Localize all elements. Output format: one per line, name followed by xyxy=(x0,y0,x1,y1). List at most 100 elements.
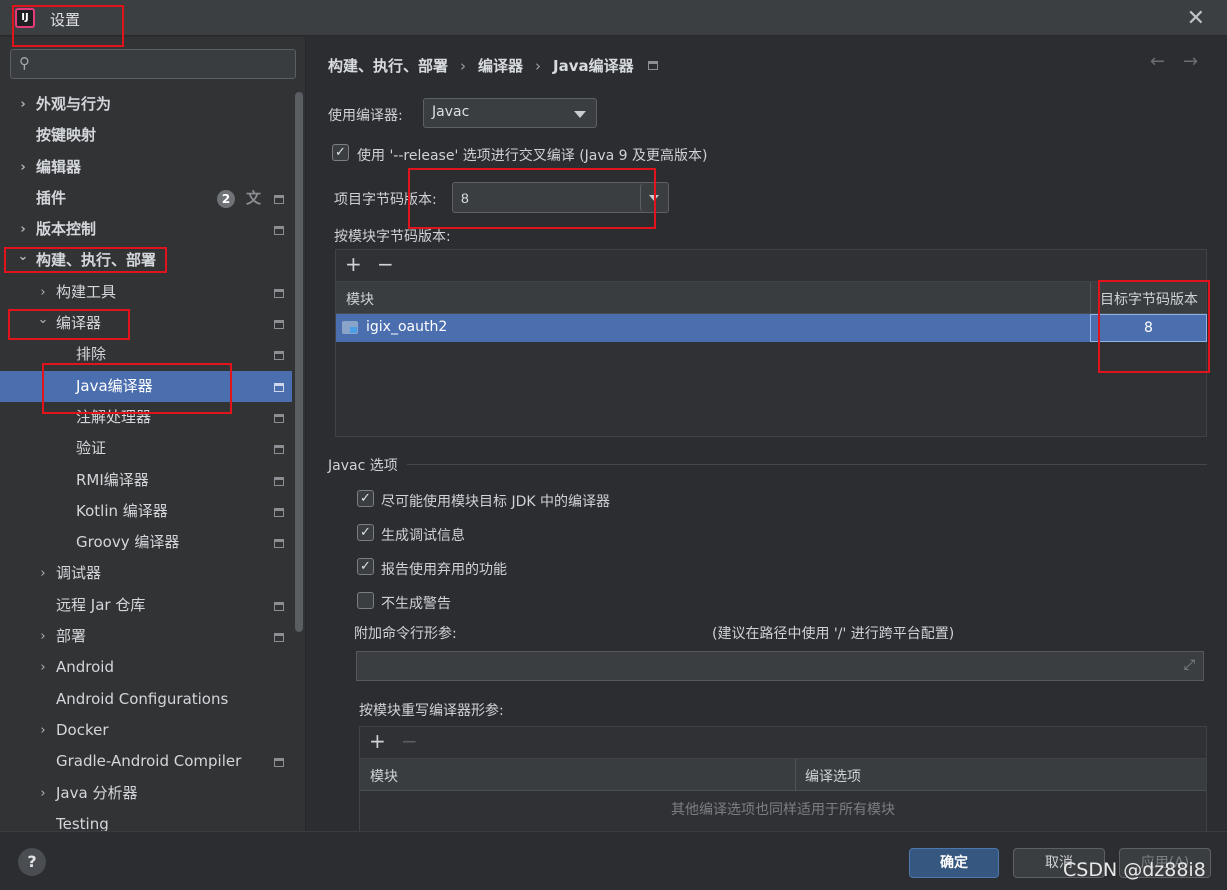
chevron-right-icon[interactable]: › xyxy=(16,152,30,183)
column-divider[interactable] xyxy=(1090,282,1091,314)
add-icon[interactable]: + xyxy=(345,252,362,276)
project-scope-icon xyxy=(274,507,284,517)
use-module-jdk-label: 尽可能使用模块目标 JDK 中的编译器 xyxy=(381,494,610,510)
project-scope-icon xyxy=(274,539,284,549)
expand-icon[interactable]: ⤢ xyxy=(1184,657,1195,673)
search-input[interactable] xyxy=(45,54,285,74)
bytecode-version-combo[interactable] xyxy=(452,182,669,213)
forward-arrow-icon[interactable]: → xyxy=(1183,51,1198,72)
sidebar-item[interactable]: › 部署 xyxy=(0,621,292,652)
sidebar-item[interactable]: Gradle-Android Compiler xyxy=(0,746,292,777)
chevron-right-icon[interactable]: › xyxy=(36,715,50,746)
chevron-right-icon[interactable]: › xyxy=(36,652,50,683)
sidebar-item[interactable]: › 版本控制 xyxy=(0,214,292,245)
sidebar-item[interactable]: Android Configurations xyxy=(0,684,292,715)
javac-section-title: Javac 选项 xyxy=(328,458,398,474)
back-arrow-icon[interactable]: ← xyxy=(1150,51,1165,72)
sidebar-item[interactable]: › 调试器 xyxy=(0,558,292,589)
settings-sidebar: ⚲ › 外观与行为 按键映射 › 编辑器 插件 2 文 › 版本控制 ⌄ 构建、执行、部署 › 构建工具 ⌄… xyxy=(0,37,306,833)
sidebar-item[interactable]: 注解处理器 xyxy=(0,402,292,433)
sidebar-item-label: Docker xyxy=(56,720,109,739)
sidebar-item-label: RMI编译器 xyxy=(76,470,149,489)
debug-info-label: 生成调试信息 xyxy=(381,528,465,544)
column-header-options[interactable]: 编译选项 xyxy=(805,766,861,786)
chevron-right-icon: › xyxy=(460,57,467,75)
sidebar-item[interactable]: ⌄ 构建、执行、部署 xyxy=(0,245,292,276)
chevron-down-icon[interactable] xyxy=(640,183,668,212)
project-scope-icon xyxy=(274,226,284,236)
sidebar-item-label: Groovy 编译器 xyxy=(76,533,180,552)
project-scope-icon xyxy=(274,288,284,298)
sidebar-item[interactable]: Java编译器 xyxy=(0,370,292,402)
sidebar-item[interactable]: 远程 Jar 仓库 xyxy=(0,590,292,621)
sidebar-item[interactable]: › 编辑器 xyxy=(0,152,292,183)
help-icon[interactable]: ? xyxy=(18,848,46,876)
sidebar-item-label: 排除 xyxy=(76,345,107,364)
sidebar-item[interactable]: ⌄ 编译器 xyxy=(0,308,292,339)
sidebar-item-label: Android Configurations xyxy=(56,689,229,708)
chevron-right-icon[interactable]: › xyxy=(36,778,50,809)
sidebar-item[interactable]: 验证 xyxy=(0,433,292,464)
chevron-right-icon[interactable]: › xyxy=(16,89,30,120)
project-scope-icon xyxy=(274,758,284,768)
table-toolbar: + − xyxy=(360,727,1206,759)
section-divider xyxy=(407,464,1207,465)
breadcrumb-item[interactable]: 编译器 xyxy=(478,57,523,75)
sidebar-item[interactable]: 排除 xyxy=(0,339,292,370)
sidebar-item-label: Kotlin 编译器 xyxy=(76,501,168,520)
no-warnings-label: 不生成警告 xyxy=(381,596,451,612)
project-scope-icon xyxy=(274,601,284,611)
column-header-module[interactable]: 模块 xyxy=(370,766,398,786)
sidebar-item-label: Android xyxy=(56,658,114,677)
sidebar-item[interactable]: › Android xyxy=(0,652,292,683)
sidebar-item-label: 调试器 xyxy=(56,564,102,583)
add-icon[interactable]: + xyxy=(369,729,386,753)
override-params-table: + − 模块 编译选项 其他编译选项也同样适用于所有模块 xyxy=(359,726,1207,831)
project-scope-icon xyxy=(274,320,284,330)
chevron-right-icon[interactable]: › xyxy=(36,558,50,589)
sidebar-item[interactable]: Kotlin 编译器 xyxy=(0,496,292,527)
settings-content: 构建、执行、部署 › 编译器 › Java编译器 ← → 使用编译器: Javac ✓ … xyxy=(307,37,1227,831)
watermark-text: CSDN @dz88i8 xyxy=(1063,859,1206,881)
sidebar-item[interactable]: 按键映射 xyxy=(0,120,292,151)
debug-info-checkbox[interactable]: ✓ xyxy=(357,524,374,541)
remove-icon: − xyxy=(401,729,418,753)
column-divider[interactable] xyxy=(795,759,796,791)
use-module-jdk-checkbox[interactable]: ✓ xyxy=(357,490,374,507)
column-header-target[interactable]: 目标字节码版本 xyxy=(1100,289,1198,309)
sidebar-item-label: 外观与行为 xyxy=(36,95,112,113)
chevron-down-icon[interactable]: ⌄ xyxy=(36,304,50,335)
chevron-right-icon[interactable]: › xyxy=(36,621,50,652)
sidebar-item[interactable]: RMI编译器 xyxy=(0,465,292,496)
empty-table-text: 其他编译选项也同样适用于所有模块 xyxy=(671,802,895,818)
close-icon[interactable]: ✕ xyxy=(1187,6,1205,31)
compiler-select[interactable]: Javac xyxy=(423,98,597,128)
release-option-checkbox[interactable]: ✓ xyxy=(332,144,349,161)
sidebar-item[interactable]: › Java 分析器 xyxy=(0,778,292,809)
sidebar-item[interactable]: › Docker xyxy=(0,715,292,746)
table-header: 模块 编译选项 xyxy=(360,759,1206,791)
sidebar-scrollbar[interactable] xyxy=(295,92,303,632)
search-icon: ⚲ xyxy=(19,54,30,72)
sidebar-item[interactable]: Groovy 编译器 xyxy=(0,527,292,558)
remove-icon[interactable]: − xyxy=(377,252,394,276)
no-warnings-checkbox[interactable] xyxy=(357,592,374,609)
project-scope-icon xyxy=(274,194,284,204)
deprecation-checkbox[interactable]: ✓ xyxy=(357,558,374,575)
release-option-label: 使用 '--release' 选项进行交叉编译 (Java 9 及更高版本) xyxy=(357,148,708,164)
sidebar-item[interactable]: 插件 2 文 xyxy=(0,183,292,214)
update-count-badge: 2 xyxy=(217,189,235,208)
chevron-right-icon: › xyxy=(535,57,542,75)
target-version-cell[interactable]: 8 xyxy=(1090,314,1207,342)
sidebar-item[interactable]: › 外观与行为 xyxy=(0,89,292,120)
column-header-module[interactable]: 模块 xyxy=(346,289,374,309)
chevron-down-icon[interactable]: ⌄ xyxy=(16,241,30,272)
breadcrumb: 构建、执行、部署 › 编译器 › Java编译器 xyxy=(328,55,658,76)
breadcrumb-current: Java编译器 xyxy=(553,57,634,75)
breadcrumb-item[interactable]: 构建、执行、部署 xyxy=(328,57,448,75)
ok-button[interactable]: 确定 xyxy=(909,848,999,878)
settings-search[interactable]: ⚲ xyxy=(10,49,296,79)
table-row[interactable]: igix_oauth2 8 xyxy=(336,314,1207,342)
extra-args-input[interactable]: ⤢ xyxy=(356,651,1204,681)
bytecode-version-input[interactable] xyxy=(454,184,640,211)
